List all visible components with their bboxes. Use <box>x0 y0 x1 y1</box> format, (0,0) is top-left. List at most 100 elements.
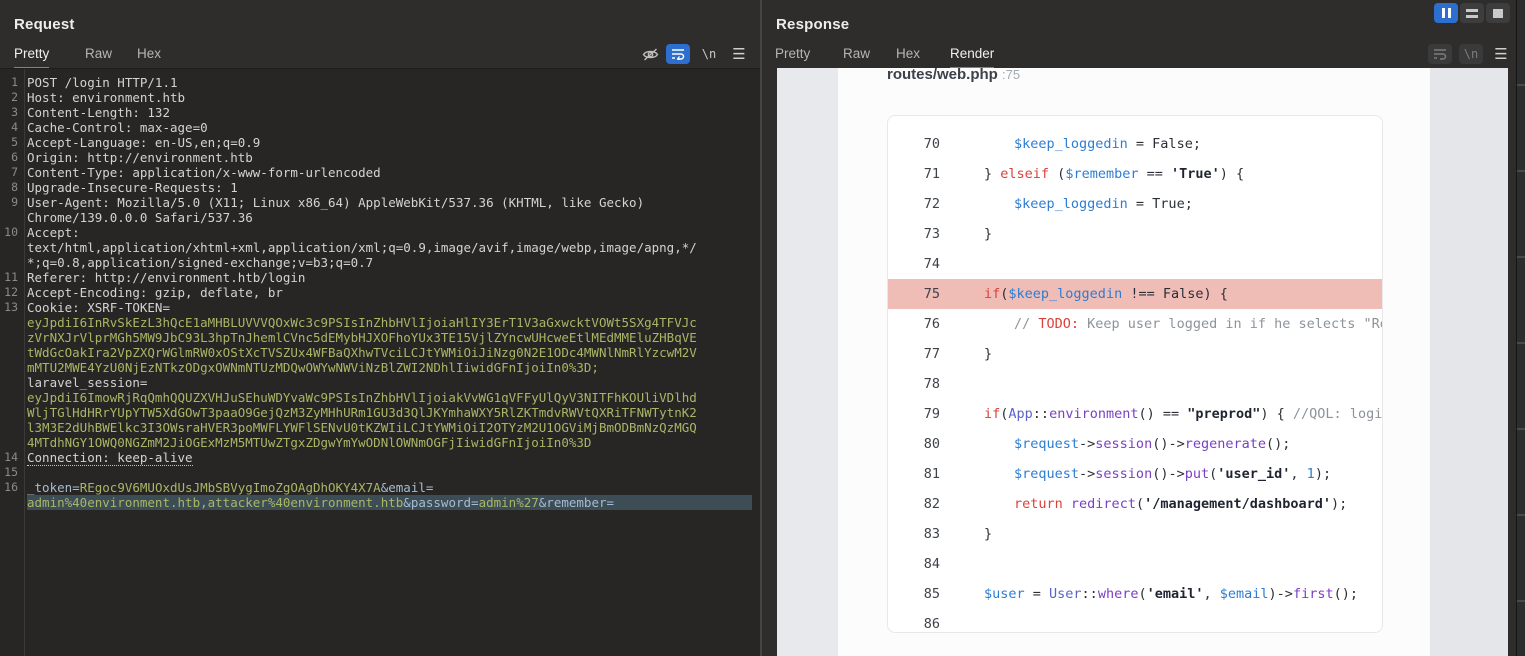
line-number <box>0 210 20 225</box>
line-number <box>0 315 20 330</box>
code-line: 83} <box>888 519 1382 549</box>
request-line-text: Referer: http://environment.htb/login <box>27 270 752 285</box>
code-line-number: 84 <box>888 549 940 579</box>
request-line-text: Cache-Control: max-age=0 <box>27 120 752 135</box>
code-line-text: // TODO: Keep user logged in if he selec… <box>1014 309 1382 339</box>
request-line: zVrNXJrVlprMGh5MW9JbC93L3hpTnJhemlCVnc5d… <box>0 330 760 345</box>
request-line-text: 4MTdhNGY1OWQ0NGZmM2JiOGExMzM5MTUwZTgxZDg… <box>27 435 752 450</box>
hide-nonprinting-icon[interactable] <box>638 44 662 64</box>
code-line-text: $keep_loggedin = True; <box>1014 189 1193 219</box>
request-line: 14Connection: keep-alive <box>0 450 760 465</box>
code-line-text: if($keep_loggedin !== False) { <box>984 279 1228 309</box>
line-number: 2 <box>0 90 20 105</box>
request-line-text: Cookie: XSRF-TOKEN= <box>27 300 752 315</box>
single-glyph <box>1493 9 1503 18</box>
request-line-text: mMTU2MWE4YzU0NjEzNTkzODgxOWNmNTUzMDQwOWY… <box>27 360 752 375</box>
request-line-text: text/html,application/xhtml+xml,applicat… <box>27 240 752 255</box>
word-wrap-icon[interactable] <box>666 44 690 64</box>
inspector-collapsed-strip[interactable] <box>1516 0 1525 656</box>
line-number <box>0 435 20 450</box>
code-line-text: } <box>984 339 992 369</box>
code-line-number: 71 <box>888 159 940 189</box>
request-line: *;q=0.8,application/signed-exchange;v=b3… <box>0 255 760 270</box>
code-line-number: 74 <box>888 249 940 279</box>
request-line: Chrome/139.0.0.0 Safari/537.36 <box>0 210 760 225</box>
render-page-gutter-left <box>777 68 838 656</box>
burp-repeater-window: Request Pretty Raw Hex \n ☰ 1POST /login… <box>0 0 1525 656</box>
line-number: 1 <box>0 75 20 90</box>
code-line-text: $request->session()->regenerate(); <box>1014 429 1290 459</box>
request-line: 4Cache-Control: max-age=0 <box>0 120 760 135</box>
code-line: 81$request->session()->put('user_id', 1)… <box>888 459 1382 489</box>
request-line: 2Host: environment.htb <box>0 90 760 105</box>
request-line-text: WljTGlHdHRrYUpYTW5XdGOwT3paaO9GejQzM3ZyM… <box>27 405 752 420</box>
code-line: 73} <box>888 219 1382 249</box>
request-line: 7 Content-Type: application/x-www-form-ur… <box>0 165 760 180</box>
response-tab-hex[interactable]: Hex <box>896 46 920 67</box>
line-number <box>0 495 20 510</box>
code-line: 72$keep_loggedin = True; <box>888 189 1382 219</box>
rows-layout-icon[interactable] <box>1460 3 1484 23</box>
request-editor[interactable]: 1POST /login HTTP/1.12Host: environment.… <box>0 68 760 656</box>
request-line-text: Content-Length: 132 <box>27 105 752 120</box>
line-number: 7 <box>0 165 20 180</box>
code-line-number: 70 <box>888 129 940 159</box>
code-line: 70 $keep_loggedin = False; <box>888 129 1382 159</box>
request-panel-title: Request <box>14 16 75 33</box>
line-number: 10 <box>0 225 20 240</box>
response-tab-raw[interactable]: Raw <box>843 46 870 67</box>
word-wrap-icon[interactable] <box>1428 44 1452 64</box>
newline-icon[interactable]: \n <box>697 44 721 64</box>
code-line-text: } <box>984 219 992 249</box>
single-layout-icon[interactable] <box>1486 3 1510 23</box>
newline-icon[interactable]: \n <box>1459 44 1483 64</box>
menu-icon[interactable]: ☰ <box>1489 44 1513 64</box>
request-line: 6Origin: http://environment.htb <box>0 150 760 165</box>
request-line-text: eyJpdiI6ImowRjRqQmhQQUZXVHJuSEhuWDYvaWc9… <box>27 390 752 405</box>
request-line-text: laravel_session= <box>27 375 752 390</box>
line-number <box>0 255 20 270</box>
code-snippet-box: 70 $keep_loggedin = False; 71 } elseif ($re… <box>887 115 1383 633</box>
response-panel: Response Pretty Raw Hex Render \n ☰ rout… <box>762 0 1516 656</box>
code-line: 79if(App::environment() == "preprod") { … <box>888 399 1382 429</box>
rows-glyph <box>1466 9 1478 18</box>
request-line: laravel_session= <box>0 375 760 390</box>
columns-glyph <box>1442 8 1451 18</box>
request-line: tWdGcOakIra2VpZXQrWGlmRW0xOStXcTVSZUx4WF… <box>0 345 760 360</box>
request-line-text: Chrome/139.0.0.0 Safari/537.36 <box>27 210 752 225</box>
response-tabbar: Pretty Raw Hex Render \n ☰ <box>762 42 1516 68</box>
code-line-text: return redirect('/management/dashboard')… <box>1014 489 1347 519</box>
line-number <box>0 330 20 345</box>
code-line-text: } <box>984 519 992 549</box>
file-header: routes/web.php :75 <box>887 66 1020 83</box>
line-number: 8 <box>0 180 20 195</box>
code-line-text: } elseif ($remember == 'True') { <box>984 159 1244 189</box>
request-line: 5Accept-Language: en-US,en;q=0.9 <box>0 135 760 150</box>
code-line-text: if(App::environment() == "preprod") { //… <box>984 399 1382 429</box>
code-line: 77} <box>888 339 1382 369</box>
request-line: 10Accept: <box>0 225 760 240</box>
code-line: 74 <box>888 249 1382 279</box>
line-number: 15 <box>0 465 20 480</box>
request-line-text: Upgrade-Insecure-Requests: 1 <box>27 180 752 195</box>
request-line-text: eyJpdiI6InRvSkEzL3hQcE1aMHBLUVVVQOxWc3c9… <box>27 315 752 330</box>
request-line-text: Content-Type: application/x-www-form-url… <box>27 165 752 180</box>
request-line: 8 Upgrade-Insecure-Requests: 1 <box>0 180 760 195</box>
request-line: 15 <box>0 465 760 480</box>
request-tab-raw[interactable]: Raw <box>85 46 112 67</box>
line-number: 6 <box>0 150 20 165</box>
request-tab-hex[interactable]: Hex <box>137 46 161 67</box>
response-tab-pretty[interactable]: Pretty <box>775 46 810 67</box>
columns-layout-icon[interactable] <box>1434 3 1458 23</box>
render-page-gutter-right <box>1430 68 1508 656</box>
menu-icon[interactable]: ☰ <box>727 44 751 64</box>
request-tabbar: Pretty Raw Hex \n ☰ <box>0 42 760 68</box>
response-render-view: routes/web.php :75 70 $keep_loggedin = Fa… <box>777 68 1508 656</box>
request-line: 16_token=REgoc9V6MUOxdUsJMbSBVygImoZgOAg… <box>0 480 760 495</box>
request-line-text: Accept-Language: en-US,en;q=0.9 <box>27 135 752 150</box>
code-line-text: $keep_loggedin = False; <box>1014 129 1201 159</box>
request-line: 12Accept-Encoding: gzip, deflate, br <box>0 285 760 300</box>
code-line: 78 <box>888 369 1382 399</box>
request-line: eyJpdiI6ImowRjRqQmhQQUZXVHJuSEhuWDYvaWc9… <box>0 390 760 405</box>
request-tab-pretty[interactable]: Pretty <box>14 46 49 70</box>
